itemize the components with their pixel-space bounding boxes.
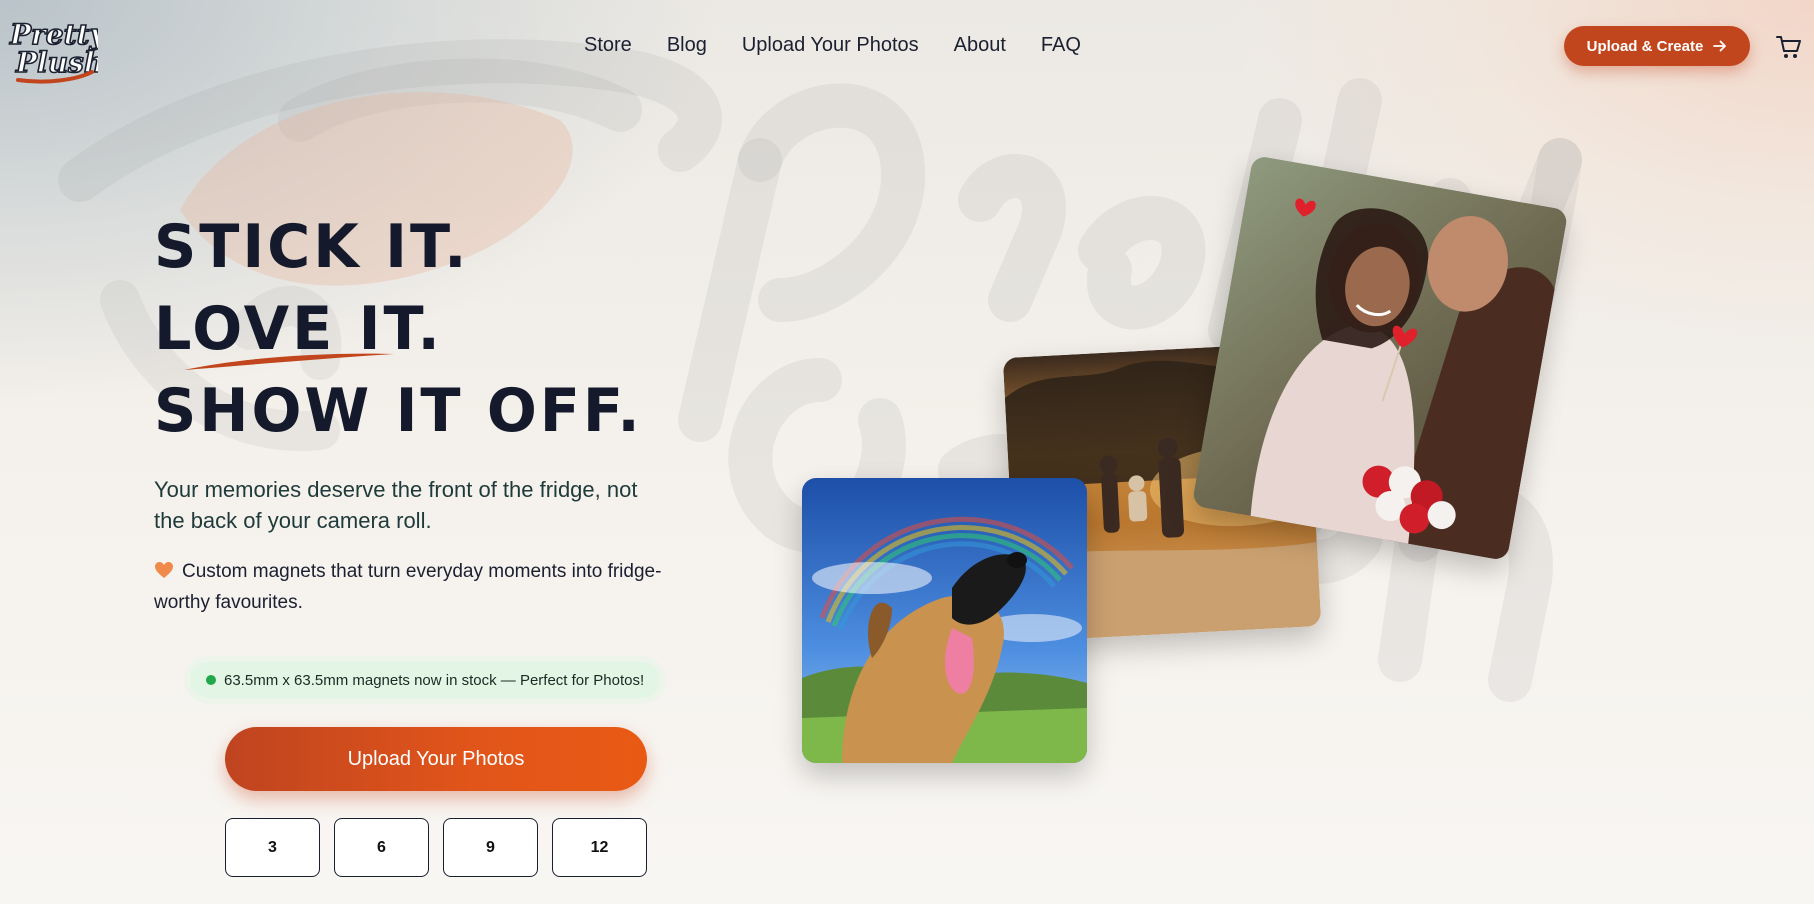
- couple-photo: [1191, 154, 1569, 562]
- headline-line-1: STICK IT.: [154, 212, 470, 282]
- status-dot-icon: [206, 675, 216, 685]
- main-nav: Store Blog Upload Your Photos About FAQ: [584, 34, 1116, 57]
- brand-logo[interactable]: Pretty Plush: [6, 8, 98, 86]
- hero-subtitle: Your memories deserve the front of the f…: [154, 477, 638, 533]
- quantity-option-9[interactable]: 9: [443, 818, 538, 877]
- nav-link-faq[interactable]: FAQ: [1041, 34, 1081, 57]
- heart-icon: [155, 562, 173, 578]
- hero-tagline: Custom magnets that turn everyday moment…: [154, 556, 674, 618]
- dog-rainbow-photo: [802, 478, 1087, 763]
- quantity-option-6[interactable]: 6: [334, 818, 429, 877]
- nav-link-store[interactable]: Store: [584, 34, 632, 57]
- tagline-text: Custom magnets that turn everyday moment…: [154, 561, 662, 613]
- quantity-selector: 3 6 9 12: [225, 818, 647, 877]
- cart-icon[interactable]: [1776, 34, 1802, 60]
- arrow-right-icon: [1713, 40, 1727, 52]
- upload-photos-button[interactable]: Upload Your Photos: [225, 727, 647, 791]
- hero-headline: STICK IT. LOVE IT. SHOW IT OFF.: [154, 206, 653, 452]
- quantity-option-3[interactable]: 3: [225, 818, 320, 877]
- headline-line-3: SHOW IT OFF.: [154, 376, 643, 446]
- quantity-option-12[interactable]: 12: [552, 818, 647, 877]
- upload-create-button[interactable]: Upload & Create: [1564, 26, 1750, 66]
- nav-link-blog[interactable]: Blog: [667, 34, 707, 57]
- nav-link-upload-photos[interactable]: Upload Your Photos: [742, 34, 919, 57]
- underline-swoosh: [184, 353, 394, 370]
- stock-badge-text: 63.5mm x 63.5mm magnets now in stock — P…: [224, 671, 645, 689]
- stock-badge: 63.5mm x 63.5mm magnets now in stock — P…: [190, 662, 661, 698]
- upload-create-label: Upload & Create: [1586, 37, 1704, 55]
- nav-link-about[interactable]: About: [954, 34, 1006, 57]
